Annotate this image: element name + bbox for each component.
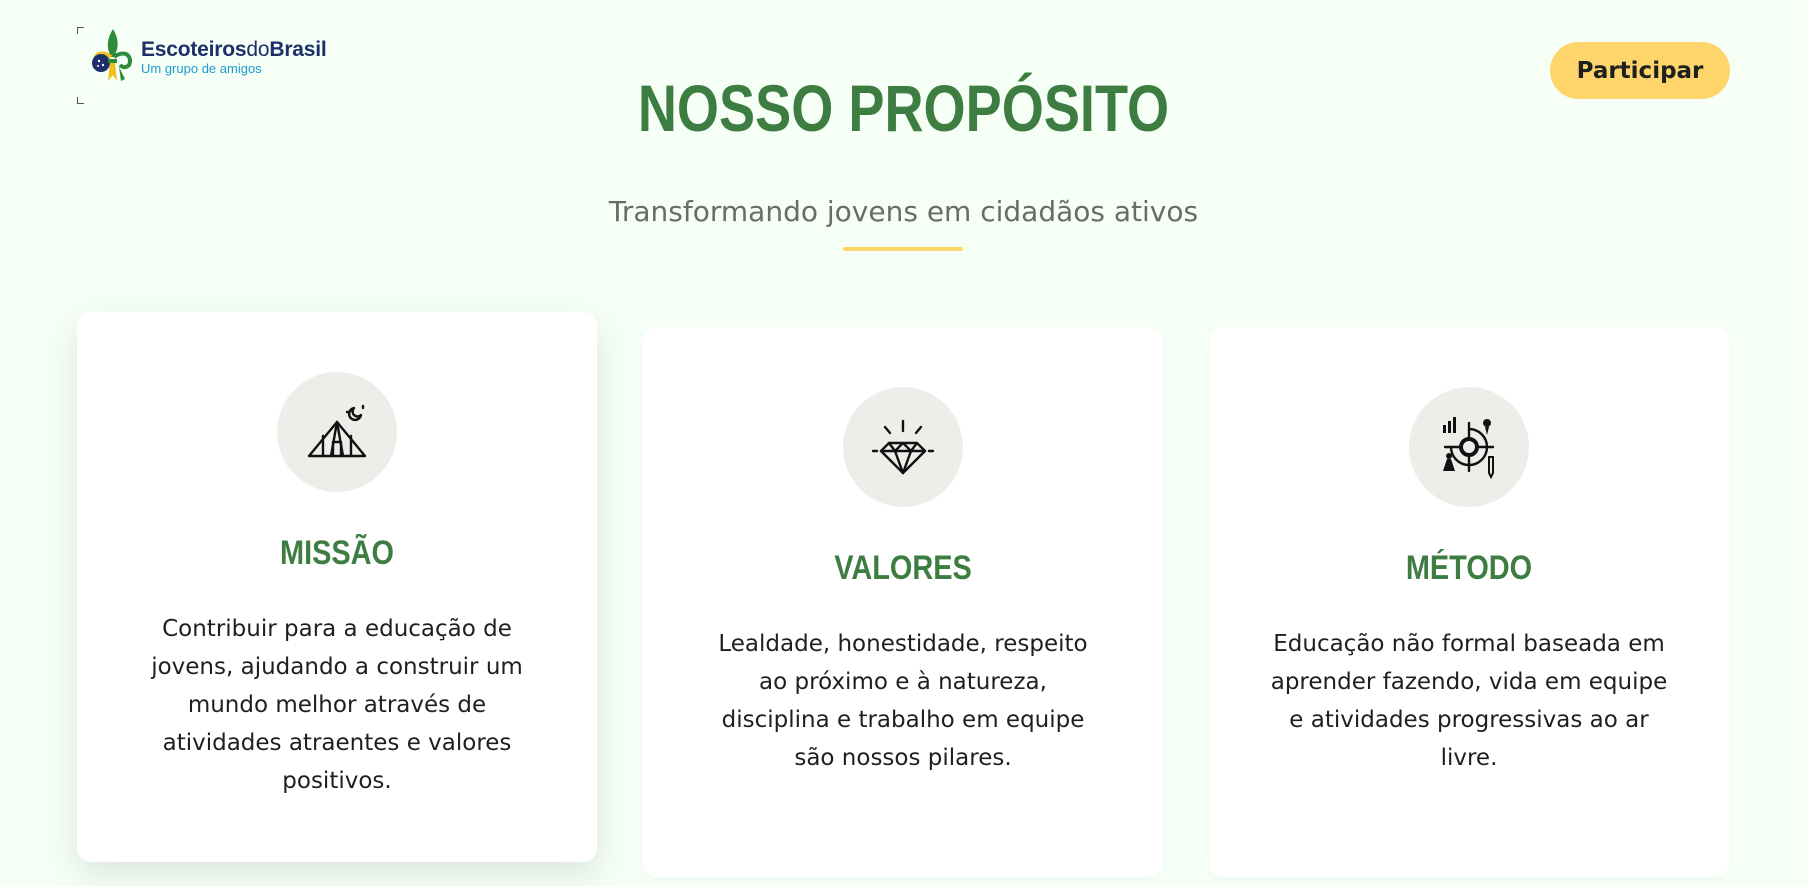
purpose-section: EscoteirosdoBrasil Um grupo de amigos Pa… [0, 0, 1807, 886]
card-valores: VALORES Lealdade, honestidade, respeito … [643, 327, 1163, 877]
card-title: VALORES [834, 549, 972, 587]
card-description: Lealdade, honestidade, respeito ao próxi… [718, 631, 1088, 771]
section-subtitle: Transformando jovens em cidadãos ativos [608, 195, 1199, 228]
logo-word-brasil: Brasil [269, 38, 327, 61]
card-missao: MISSÃO Contribuir para a educação de jov… [77, 312, 597, 862]
logo-word-escoteiros: Escoteiros [141, 38, 247, 61]
logo-wordmark: EscoteirosdoBrasil [141, 39, 327, 60]
title-divider [843, 247, 963, 251]
card-description: Educação não formal baseada em aprender … [1270, 631, 1668, 771]
method-icon [1443, 417, 1495, 479]
logo-corner-mark [77, 27, 84, 34]
logo-word-do: do [246, 38, 270, 61]
card-title: MÉTODO [1405, 549, 1533, 587]
card-title: MISSÃO [279, 534, 395, 572]
card-metodo: MÉTODO Educação não formal baseada em ap… [1209, 327, 1729, 877]
card-icon-circle [277, 372, 397, 492]
card-description: Contribuir para a educação de jovens, aj… [151, 616, 523, 794]
section-title: NOSSO PROPÓSITO [637, 71, 1170, 145]
card-icon-circle [843, 387, 963, 507]
card-icon-circle [1409, 387, 1529, 507]
fleur-de-lis-icon [92, 29, 133, 81]
diamond-icon [871, 419, 935, 475]
logo-corner-mark [77, 97, 84, 104]
tent-icon [307, 404, 367, 458]
